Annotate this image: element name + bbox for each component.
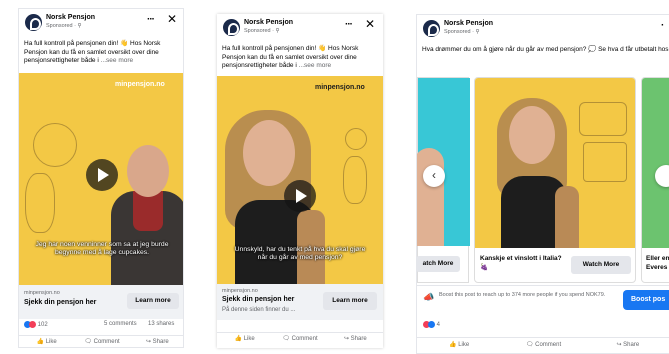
- page-name[interactable]: Norsk Pensjon: [244, 19, 293, 26]
- boost-bar: 📣 Boost this post to reach up to 374 mor…: [417, 285, 669, 313]
- reaction-count: 4: [436, 322, 441, 329]
- comment-button[interactable]: 🗨 Comment: [272, 335, 327, 344]
- reaction-summary[interactable]: 102 5 comments 13 shares: [24, 321, 180, 328]
- sketch-illustration: [343, 156, 367, 204]
- like-button[interactable]: 👍 Like: [217, 335, 272, 344]
- cta-title[interactable]: Sjekk din pensjon her: [24, 299, 96, 306]
- boost-post-button[interactable]: Boost pos: [623, 290, 669, 310]
- post-header: Norsk Pensjon Sponsored · ⚲ ··· ✕: [19, 9, 183, 39]
- carousel-card-title: Kanskje et vinslott i Italia? 🍇: [480, 255, 562, 271]
- carousel-card-title: Eller en Everes: [646, 255, 669, 271]
- man-face: [127, 145, 169, 197]
- like-label: Like: [45, 339, 57, 345]
- share-count[interactable]: 13 shares: [148, 321, 174, 327]
- woman-figure: [417, 148, 444, 246]
- see-more-link[interactable]: ...see more: [299, 62, 332, 69]
- woman-coat: [555, 186, 579, 248]
- video-subtitle: Unnskyld, har du tenkt på hva du skal gj…: [234, 246, 366, 261]
- watch-more-button[interactable]: Watch More: [571, 256, 631, 274]
- carousel-image: [475, 78, 635, 248]
- page-name[interactable]: Norsk Pensjon: [444, 20, 493, 27]
- cta-bar[interactable]: minpensjon.no Sjekk din pensjon her Lear…: [19, 285, 183, 319]
- reaction-summary[interactable]: 4: [423, 321, 440, 328]
- video-player[interactable]: minpensjon.no Jeg har noen venninner som…: [19, 73, 183, 285]
- cta-title[interactable]: Sjekk din pensjon her: [222, 296, 294, 303]
- share-label: Share: [350, 336, 367, 342]
- sketch-illustration: [345, 128, 367, 150]
- post-text: Ha full kontroll på pensjonen din! 👋 Hos…: [222, 45, 378, 71]
- sketch-illustration: [33, 123, 77, 167]
- share-label: Share: [623, 342, 640, 348]
- share-button[interactable]: ↪ Share: [328, 335, 383, 344]
- comment-count[interactable]: 5 comments: [104, 321, 137, 327]
- man-shirt: [133, 191, 163, 231]
- like-button[interactable]: 👍 Like: [417, 341, 501, 351]
- post-text-content: Ha full kontroll på pensjonen din! 👋 Hos…: [24, 40, 161, 64]
- comment-button[interactable]: 🗨 Comment: [501, 341, 585, 351]
- ad-card-3: Norsk Pensjon Sponsored · ⚲ · Hva drømme…: [416, 14, 669, 354]
- sketch-illustration: [25, 173, 55, 233]
- page-name[interactable]: Norsk Pensjon: [46, 14, 95, 21]
- boost-text: Boost this post to reach up to 374 more …: [439, 292, 606, 298]
- woman-face: [509, 106, 555, 164]
- watch-more-button[interactable]: atch More: [417, 256, 460, 272]
- ad-domain-watermark: minpensjon.no: [115, 81, 165, 88]
- like-label: Like: [458, 342, 470, 348]
- megaphone-icon: 📣: [423, 292, 435, 302]
- ad-domain-watermark: minpensjon.no: [315, 84, 365, 91]
- cta-bar[interactable]: minpensjon.no Sjekk din pensjon her På d…: [217, 284, 383, 320]
- sponsored-label: Sponsored · ⚲: [444, 29, 480, 35]
- cta-site: minpensjon.no: [24, 290, 60, 296]
- cta-site: minpensjon.no: [222, 288, 258, 294]
- share-button[interactable]: ↪ Share: [586, 341, 669, 351]
- carousel-card[interactable]: Kanskje et vinslott i Italia? 🍇 Watch Mo…: [474, 77, 636, 283]
- play-icon[interactable]: [86, 159, 118, 191]
- comment-label: Comment: [93, 339, 120, 345]
- ad-card-1: Norsk Pensjon Sponsored · ⚲ ··· ✕ Ha ful…: [18, 8, 184, 348]
- action-bar: 👍 Like 🗨 Comment ↪ Share: [19, 335, 183, 347]
- more-options-icon[interactable]: ···: [345, 19, 353, 30]
- carousel-image: [642, 78, 669, 248]
- video-player[interactable]: minpensjon.no Unnskyld, har du tenkt på …: [217, 76, 383, 284]
- more-options-icon[interactable]: ·: [661, 20, 665, 31]
- post-text: Ha full kontroll på pensjonen din! 👋 Hos…: [24, 40, 180, 66]
- post-header: Norsk Pensjon Sponsored · ⚲ ··· ✕: [217, 14, 383, 44]
- norsk-pensjon-logo-icon[interactable]: [423, 20, 440, 37]
- vineyard-sketch: [579, 102, 627, 136]
- post-text-content: Ha full kontroll på pensjonen din! 👋 Hos…: [222, 45, 359, 69]
- more-options-icon[interactable]: ···: [147, 14, 155, 25]
- like-button[interactable]: 👍 Like: [19, 338, 74, 347]
- comment-button[interactable]: 🗨 Comment: [74, 338, 129, 347]
- woman-face: [243, 120, 295, 186]
- cta-description: På denne siden finner du ...: [222, 307, 296, 313]
- sponsored-label: Sponsored · ⚲: [244, 28, 280, 34]
- video-subtitle: Jeg har noen venninner som sa at jeg bur…: [35, 241, 169, 256]
- action-bar: 👍 Like 🗨 Comment ↪ Share: [217, 332, 383, 344]
- sponsored-label: Sponsored · ⚲: [46, 23, 82, 29]
- love-reaction-icon: [29, 321, 36, 328]
- learn-more-button[interactable]: Learn more: [127, 293, 179, 309]
- see-more-link[interactable]: ...see more: [101, 57, 134, 64]
- reaction-count: 102: [37, 322, 48, 329]
- close-icon[interactable]: ✕: [365, 17, 375, 31]
- like-reaction-icon: [428, 321, 435, 328]
- carousel-prev-icon[interactable]: ‹: [423, 165, 445, 187]
- norsk-pensjon-logo-icon[interactable]: [25, 14, 42, 31]
- learn-more-button[interactable]: Learn more: [323, 292, 377, 310]
- action-bar: 👍 Like 🗨 Comment ↪ Share: [417, 337, 669, 351]
- like-label: Like: [243, 336, 255, 342]
- play-icon[interactable]: [284, 180, 316, 212]
- post-header: Norsk Pensjon Sponsored · ⚲ ·: [417, 15, 669, 45]
- share-button[interactable]: ↪ Share: [130, 338, 183, 347]
- ad-card-2: Norsk Pensjon Sponsored · ⚲ ··· ✕ Ha ful…: [217, 14, 383, 348]
- norsk-pensjon-logo-icon[interactable]: [223, 19, 240, 36]
- close-icon[interactable]: ✕: [167, 12, 177, 26]
- comment-label: Comment: [535, 342, 562, 348]
- comment-label: Comment: [291, 336, 318, 342]
- post-text: Hva drømmer du om å gjøre når du går av …: [422, 46, 669, 53]
- share-label: Share: [152, 339, 169, 345]
- vineyard-sketch: [583, 142, 627, 182]
